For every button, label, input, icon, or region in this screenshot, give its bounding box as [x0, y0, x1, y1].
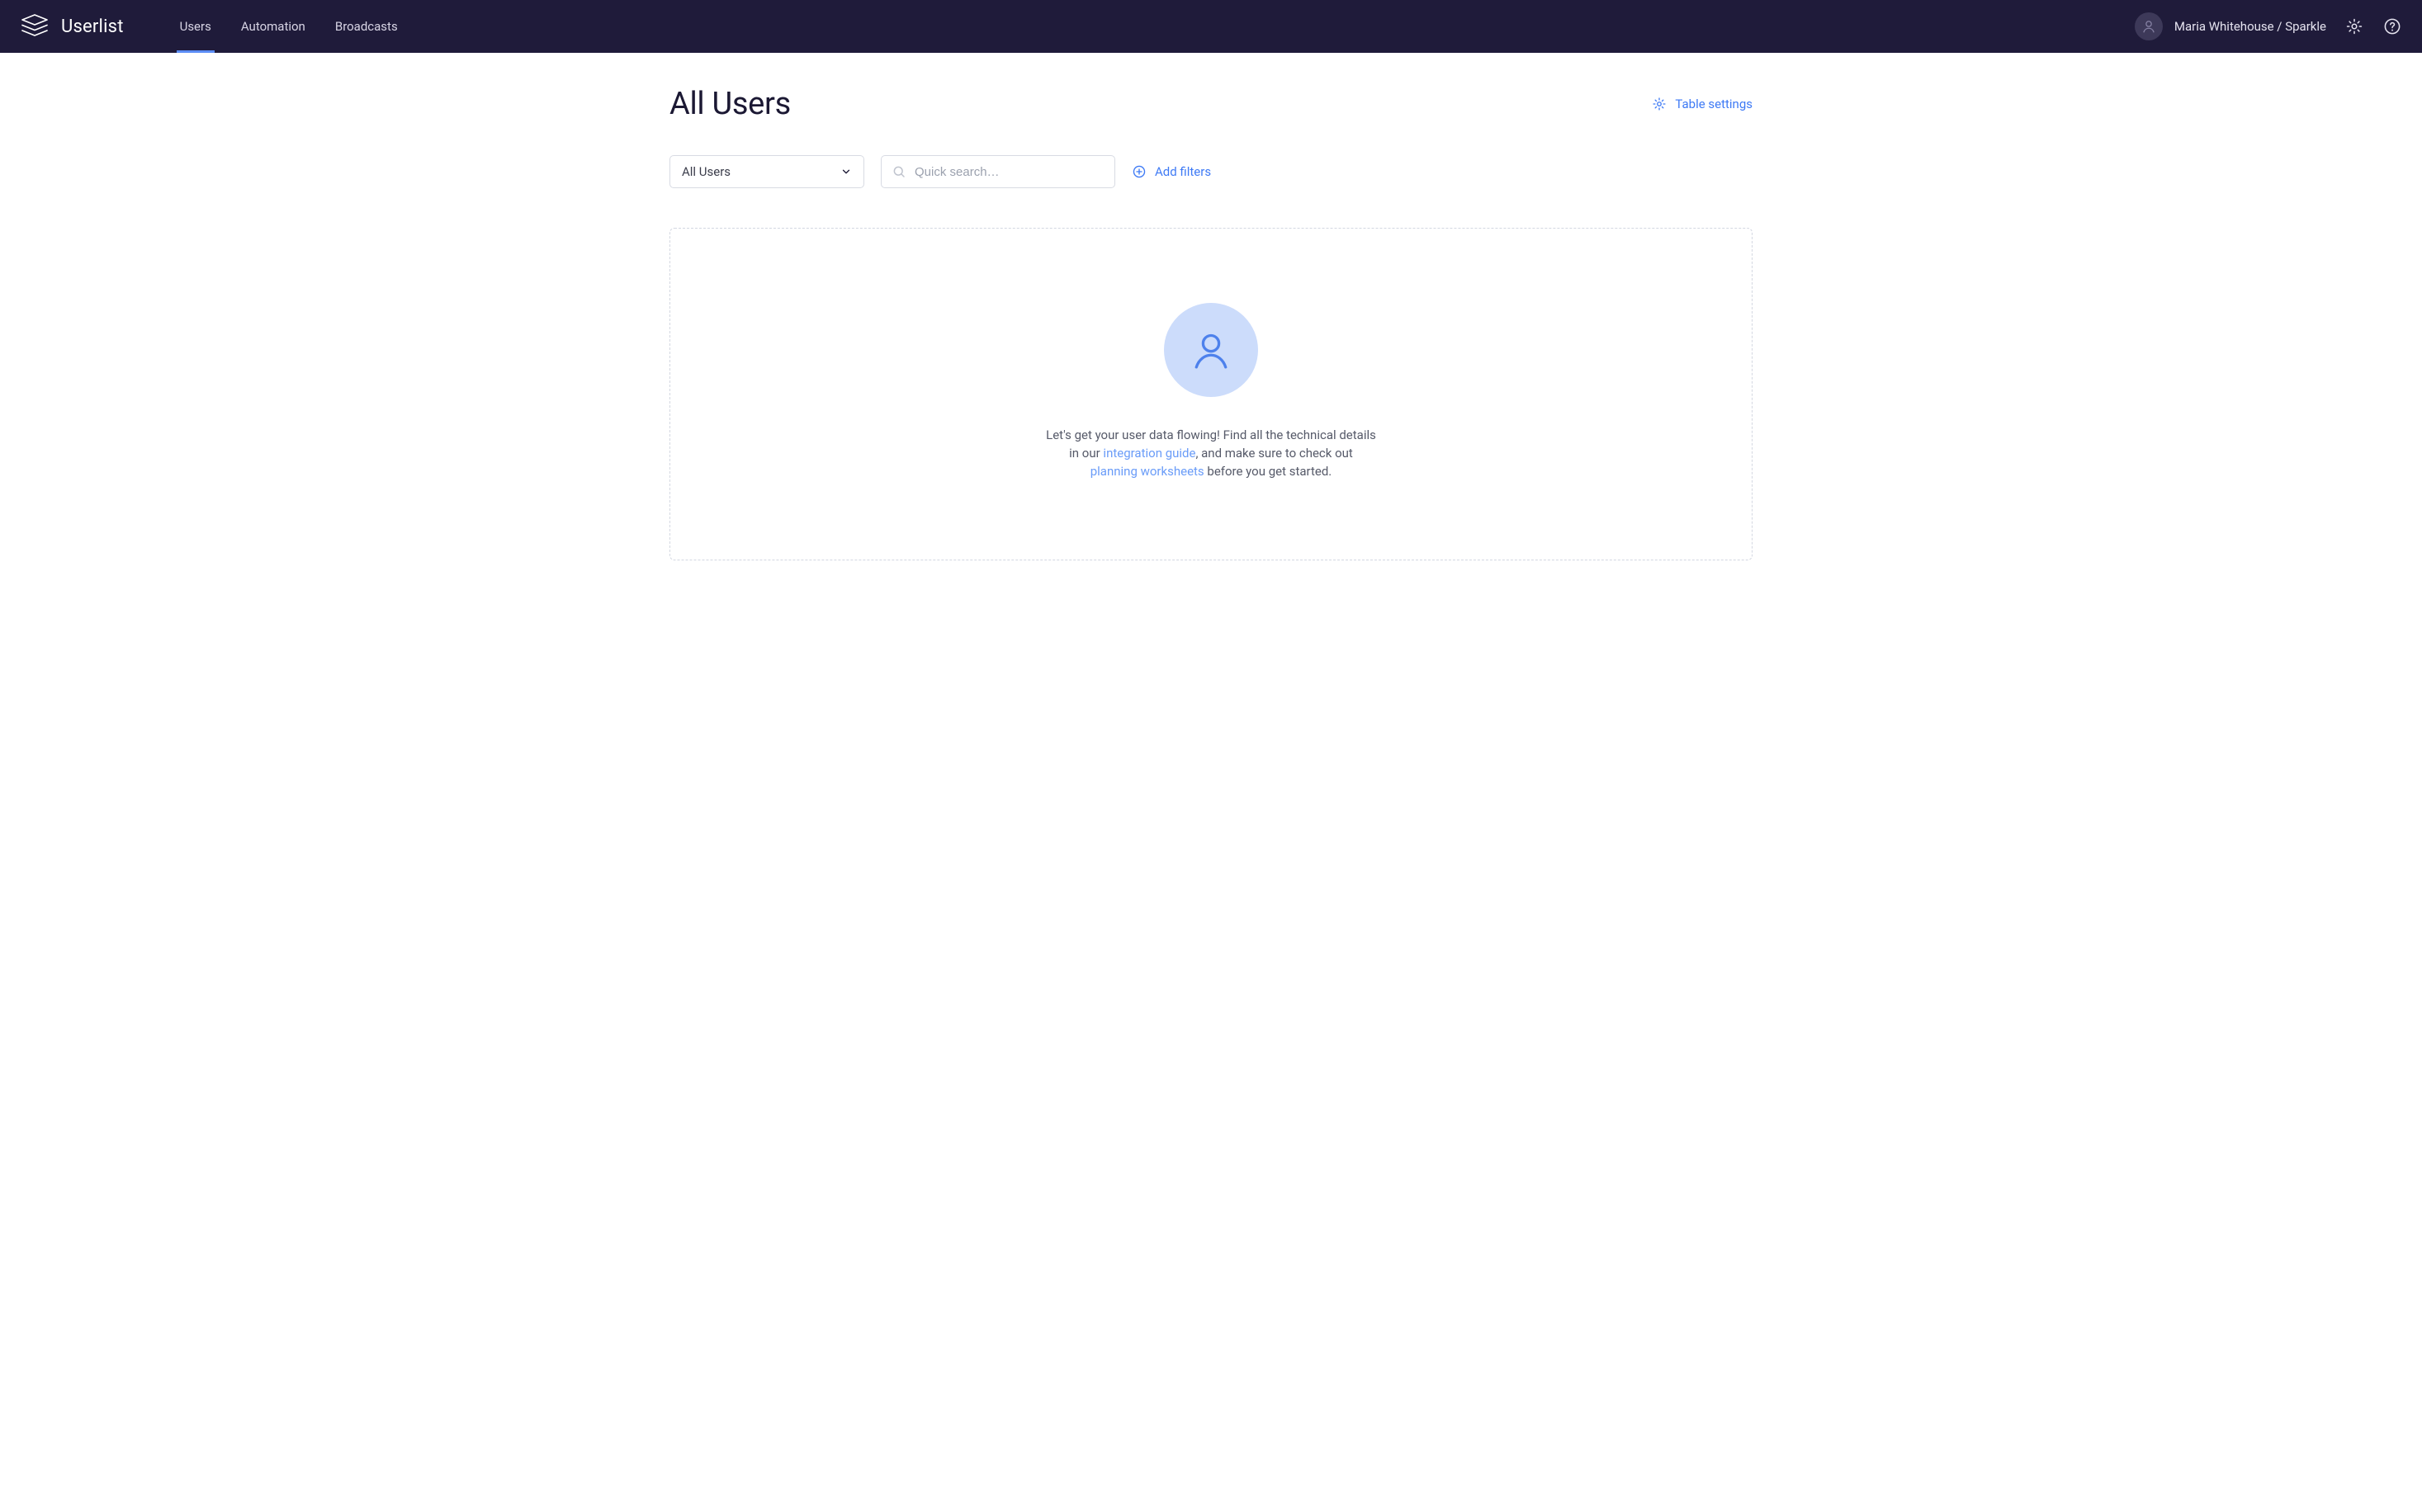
settings-button[interactable] — [2344, 17, 2364, 36]
nav-link-label: Broadcasts — [335, 19, 398, 34]
page-header: All Users Table settings — [669, 86, 1753, 122]
help-icon — [2383, 17, 2401, 35]
search-input-wrapper[interactable] — [881, 155, 1115, 188]
nav-link-users[interactable]: Users — [177, 0, 215, 53]
user-chip[interactable]: Maria Whitehouse / Sparkle — [2135, 12, 2326, 40]
empty-text-3: before you get started. — [1204, 464, 1332, 479]
topnav-left: Userlist Users Automation Broadcasts — [20, 0, 401, 53]
integration-guide-link[interactable]: integration guide — [1103, 446, 1195, 461]
search-icon — [892, 164, 906, 179]
nav-link-label: Automation — [241, 19, 305, 34]
brand[interactable]: Userlist — [20, 12, 124, 40]
planning-worksheets-link[interactable]: planning worksheets — [1090, 464, 1204, 479]
table-settings-button[interactable]: Table settings — [1652, 97, 1753, 111]
nav-links: Users Automation Broadcasts — [177, 0, 401, 53]
table-settings-label: Table settings — [1675, 97, 1753, 111]
topnav-right: Maria Whitehouse / Sparkle — [2135, 12, 2402, 40]
nav-link-broadcasts[interactable]: Broadcasts — [332, 0, 401, 53]
nav-link-label: Users — [180, 19, 211, 34]
avatar — [2135, 12, 2163, 40]
user-chip-label: Maria Whitehouse / Sparkle — [2174, 19, 2326, 34]
empty-state: Let's get your user data flowing! Find a… — [669, 228, 1753, 560]
gear-icon — [1652, 97, 1667, 111]
segment-select-value: All Users — [682, 164, 731, 179]
segment-select[interactable]: All Users — [669, 155, 864, 188]
empty-state-text: Let's get your user data flowing! Find a… — [1046, 427, 1376, 480]
add-filters-button[interactable]: Add filters — [1132, 164, 1211, 179]
plus-circle-icon — [1132, 164, 1147, 179]
help-button[interactable] — [2382, 17, 2402, 36]
chevron-down-icon — [840, 166, 852, 177]
empty-text-2: , and make sure to check out — [1195, 446, 1352, 461]
gear-icon — [2345, 17, 2363, 35]
filter-row: All Users Add — [669, 155, 1753, 188]
add-filters-label: Add filters — [1155, 164, 1211, 179]
page-title: All Users — [669, 86, 791, 122]
top-nav: Userlist Users Automation Broadcasts Mar… — [0, 0, 2422, 53]
brand-logo-icon — [20, 12, 50, 40]
search-input[interactable] — [915, 165, 1105, 179]
nav-link-automation[interactable]: Automation — [238, 0, 309, 53]
brand-name: Userlist — [61, 17, 124, 37]
user-icon — [1190, 329, 1232, 371]
empty-state-illustration — [1164, 303, 1258, 397]
page: All Users Table settings All Users — [633, 53, 1789, 610]
